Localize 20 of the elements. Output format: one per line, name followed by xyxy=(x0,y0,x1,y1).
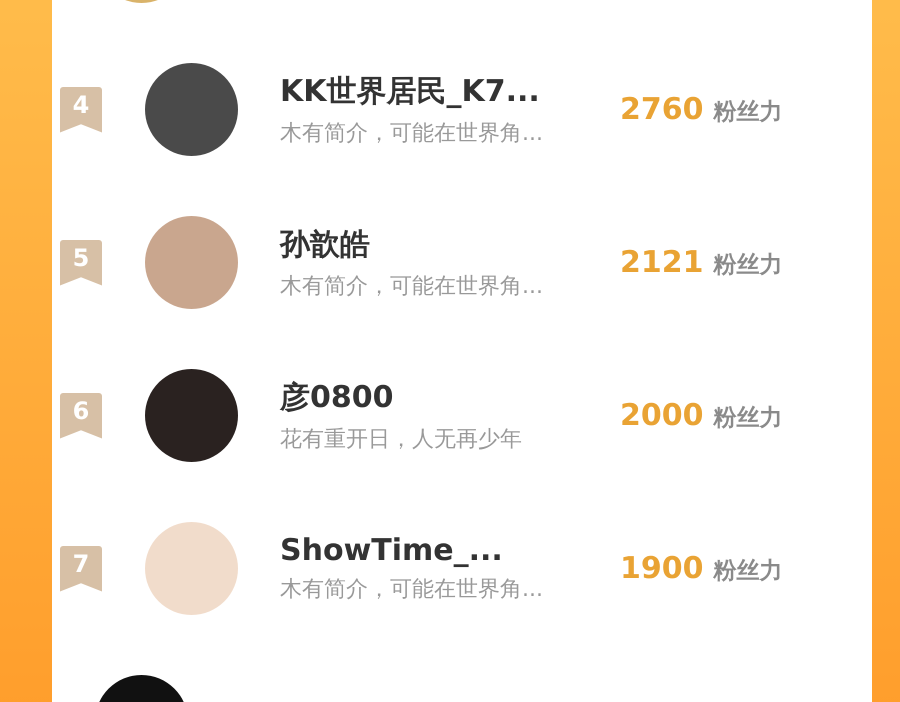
score-unit: 粉丝力 xyxy=(714,251,782,280)
user-bio: 木有简介，可能在世界角... xyxy=(280,273,544,301)
user-name: ShowTime_... xyxy=(280,533,504,568)
user-name: KK世界居民_K7... xyxy=(280,73,541,111)
score-value: 1900 xyxy=(620,551,704,586)
score-unit: 粉丝力 xyxy=(714,404,782,433)
user-name: 彦0800 xyxy=(280,379,394,417)
score-unit: 粉丝力 xyxy=(714,98,782,127)
user-name: 孙歆皓 xyxy=(280,226,371,264)
score-value: 2000 xyxy=(620,398,704,433)
rank-ribbon: 5 xyxy=(60,240,102,286)
rank-ribbon: 4 xyxy=(60,86,102,132)
score-value: 2121 xyxy=(620,245,704,280)
user-bio: 木有简介，可能在世界角... xyxy=(280,576,544,604)
score-value: 2760 xyxy=(620,92,704,127)
rank-ribbon: 7 xyxy=(60,546,102,592)
score-unit: 粉丝力 xyxy=(714,557,782,586)
rank-ribbon: 6 xyxy=(60,392,102,438)
user-bio: 木有简介，可能在世界角... xyxy=(280,120,544,148)
user-bio: 花有重开日，人无再少年 xyxy=(280,426,523,454)
